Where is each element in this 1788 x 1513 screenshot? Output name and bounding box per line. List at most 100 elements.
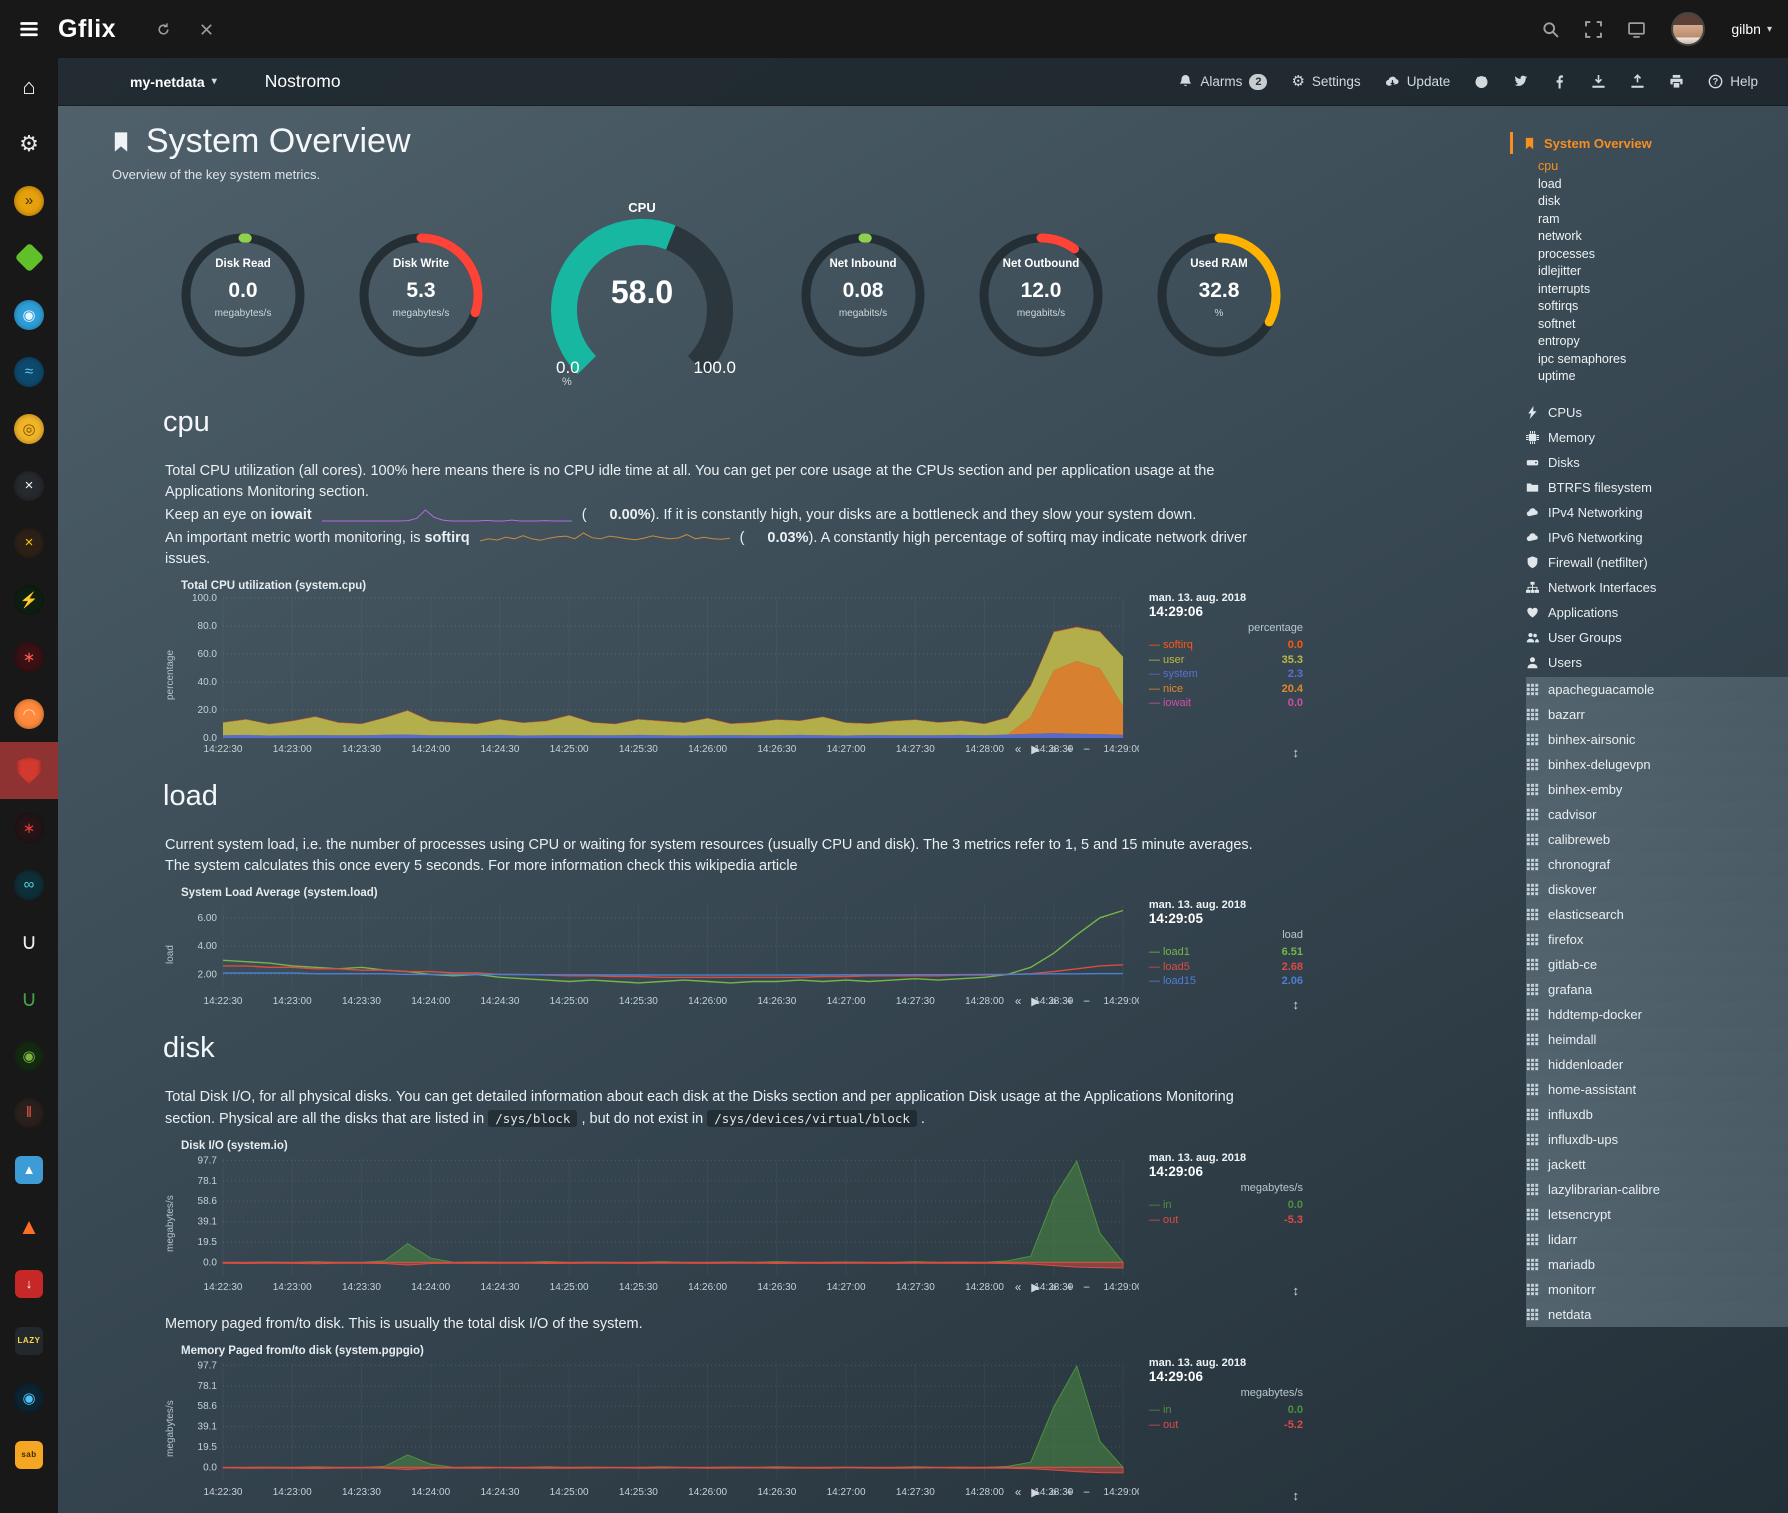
sidebar-item-ipv4-networking[interactable]: IPv4 Networking	[1526, 500, 1780, 525]
app-shortcut[interactable]: ×	[0, 514, 58, 571]
menu-item-download[interactable]	[1591, 74, 1606, 89]
app-shortcut[interactable]: ◠	[0, 685, 58, 742]
sidebar-app-cadvisor[interactable]: cadvisor	[1526, 802, 1788, 827]
app-shortcut-active[interactable]	[0, 742, 58, 799]
sidebar-sub-idlejitter[interactable]: idlejitter	[1538, 263, 1780, 281]
zoom-in-icon[interactable]: +	[1067, 1487, 1074, 1499]
sidebar-app-monitorr[interactable]: monitorr	[1526, 1277, 1788, 1302]
sidebar-item-ipv6-networking[interactable]: IPv6 Networking	[1526, 525, 1780, 550]
menu-item-update[interactable]: Update	[1385, 74, 1451, 89]
sidebar-app-apacheguacamole[interactable]: apacheguacamole	[1526, 677, 1788, 702]
chart-cpu[interactable]: Total CPU utilization (system.cpu)percen…	[165, 580, 1305, 762]
sidebar-sub-ipc-semaphores[interactable]: ipc semaphores	[1538, 351, 1780, 369]
sidebar-item-user-groups[interactable]: User Groups	[1526, 625, 1780, 650]
pan-right-icon[interactable]: »	[1050, 1487, 1056, 1499]
legend-series-in[interactable]: — in0.0	[1149, 1198, 1303, 1213]
sidebar-app-jackett[interactable]: jackett	[1526, 1152, 1788, 1177]
app-shortcut[interactable]: ‖	[0, 1084, 58, 1141]
sidebar-app-elasticsearch[interactable]: elasticsearch	[1526, 902, 1788, 927]
app-shortcut[interactable]: ▲	[0, 1198, 58, 1255]
sidebar-app-mariadb[interactable]: mariadb	[1526, 1252, 1788, 1277]
close-icon[interactable]	[199, 22, 214, 37]
user-menu[interactable]: gilbn ▾	[1731, 21, 1772, 37]
sidebar-app-letsencrypt[interactable]: letsencrypt	[1526, 1202, 1788, 1227]
chart-canvas[interactable]: 14:22:3014:23:0014:23:3014:24:0014:24:30…	[181, 1152, 1139, 1296]
menu-item-github[interactable]	[1474, 74, 1489, 89]
sidebar-app-binhex-delugevpn[interactable]: binhex-delugevpn	[1526, 752, 1788, 777]
sidebar-app-influxdb-ups[interactable]: influxdb-ups	[1526, 1127, 1788, 1152]
zoom-out-icon[interactable]: −	[1083, 744, 1090, 756]
legend-series-system[interactable]: — system2.3	[1149, 667, 1303, 682]
menu-item-help[interactable]: ?Help	[1708, 74, 1758, 89]
legend-series-out[interactable]: — out-5.2	[1149, 1418, 1303, 1433]
refresh-icon[interactable]	[156, 22, 171, 37]
app-shortcut[interactable]: sab	[0, 1426, 58, 1483]
chart-pgpgio[interactable]: Memory Paged from/to disk (system.pgpgio…	[165, 1345, 1305, 1505]
sidebar-item-firewall-netfilter[interactable]: Firewall (netfilter)	[1526, 550, 1780, 575]
sidebar-app-grafana[interactable]: grafana	[1526, 977, 1788, 1002]
app-shortcut[interactable]: ◉	[0, 286, 58, 343]
sidebar-sub-processes[interactable]: processes	[1538, 246, 1780, 264]
sidebar-app-influxdb[interactable]: influxdb	[1526, 1102, 1788, 1127]
legend-series-in[interactable]: — in0.0	[1149, 1403, 1303, 1418]
app-shortcut[interactable]	[0, 229, 58, 286]
app-shortcut[interactable]: ∞	[0, 856, 58, 913]
play-icon[interactable]: ▶	[1031, 996, 1040, 1008]
menu-item-settings[interactable]: ⚙Settings	[1291, 74, 1360, 89]
sidebar-item-system-overview[interactable]: System Overview	[1510, 132, 1780, 154]
play-icon[interactable]: ▶	[1031, 1282, 1040, 1294]
sidebar-item-cpus[interactable]: CPUs	[1526, 400, 1780, 425]
legend-series-user[interactable]: — user35.3	[1149, 653, 1303, 668]
sidebar-sub-cpu[interactable]: cpu	[1538, 158, 1780, 176]
sidebar-sub-softirqs[interactable]: softirqs	[1538, 298, 1780, 316]
sidebar-sub-interrupts[interactable]: interrupts	[1538, 281, 1780, 299]
zoom-out-icon[interactable]: −	[1083, 1282, 1090, 1294]
sidebar-app-home-assistant[interactable]: home-assistant	[1526, 1077, 1788, 1102]
resize-handle-icon[interactable]: ↕	[1293, 997, 1300, 1012]
zoom-in-icon[interactable]: +	[1067, 996, 1074, 1008]
sidebar-app-netdata[interactable]: netdata	[1526, 1302, 1788, 1327]
legend-series-iowait[interactable]: — iowait0.0	[1149, 696, 1303, 711]
search-icon[interactable]	[1542, 21, 1559, 38]
app-shortcut[interactable]: ◉	[0, 1369, 58, 1426]
avatar[interactable]	[1671, 12, 1705, 46]
legend-series-out[interactable]: — out-5.3	[1149, 1213, 1303, 1228]
sidebar-item-btrfs-filesystem[interactable]: BTRFS filesystem	[1526, 475, 1780, 500]
server-selector[interactable]: my-netdata ▾	[130, 74, 217, 90]
zoom-in-icon[interactable]: +	[1067, 1282, 1074, 1294]
app-shortcut[interactable]: ∗	[0, 628, 58, 685]
menu-item-facebook[interactable]	[1552, 74, 1567, 89]
legend-series-load5[interactable]: — load52.68	[1149, 960, 1303, 975]
pan-left-icon[interactable]: «	[1015, 1487, 1021, 1499]
sidebar-app-hddtemp-docker[interactable]: hddtemp-docker	[1526, 1002, 1788, 1027]
sidebar-app-binhex-airsonic[interactable]: binhex-airsonic	[1526, 727, 1788, 752]
sidebar-item-network-interfaces[interactable]: Network Interfaces	[1526, 575, 1780, 600]
app-shortcut[interactable]: ≈	[0, 343, 58, 400]
sidebar-app-lazylibrarian-calibre[interactable]: lazylibrarian-calibre	[1526, 1177, 1788, 1202]
app-shortcut[interactable]: ×	[0, 457, 58, 514]
sidebar-app-bazarr[interactable]: bazarr	[1526, 702, 1788, 727]
play-icon[interactable]: ▶	[1031, 744, 1040, 756]
app-shortcut[interactable]: ↓	[0, 1255, 58, 1312]
sidebar-sub-ram[interactable]: ram	[1538, 211, 1780, 229]
resize-handle-icon[interactable]: ↕	[1293, 1488, 1300, 1503]
sidebar-sub-network[interactable]: network	[1538, 228, 1780, 246]
sidebar-item-users[interactable]: Users	[1526, 650, 1780, 675]
legend-series-load1[interactable]: — load16.51	[1149, 945, 1303, 960]
zoom-out-icon[interactable]: −	[1083, 1487, 1090, 1499]
sidebar-sub-disk[interactable]: disk	[1538, 193, 1780, 211]
pan-right-icon[interactable]: »	[1050, 744, 1056, 756]
sidebar-sub-uptime[interactable]: uptime	[1538, 368, 1780, 386]
app-shortcut[interactable]: »	[0, 172, 58, 229]
sidebar-item-memory[interactable]: Memory	[1526, 425, 1780, 450]
pan-left-icon[interactable]: «	[1015, 1282, 1021, 1294]
zoom-in-icon[interactable]: +	[1067, 744, 1074, 756]
legend-series-nice[interactable]: — nice20.4	[1149, 682, 1303, 697]
sidebar-item-applications[interactable]: Applications	[1526, 600, 1780, 625]
sidebar-app-hiddenloader[interactable]: hiddenloader	[1526, 1052, 1788, 1077]
sidebar-app-chronograf[interactable]: chronograf	[1526, 852, 1788, 877]
legend-series-load15[interactable]: — load152.06	[1149, 974, 1303, 989]
settings-icon[interactable]: ⚙	[0, 115, 58, 172]
windows-icon[interactable]	[1628, 21, 1645, 38]
pan-left-icon[interactable]: «	[1015, 996, 1021, 1008]
